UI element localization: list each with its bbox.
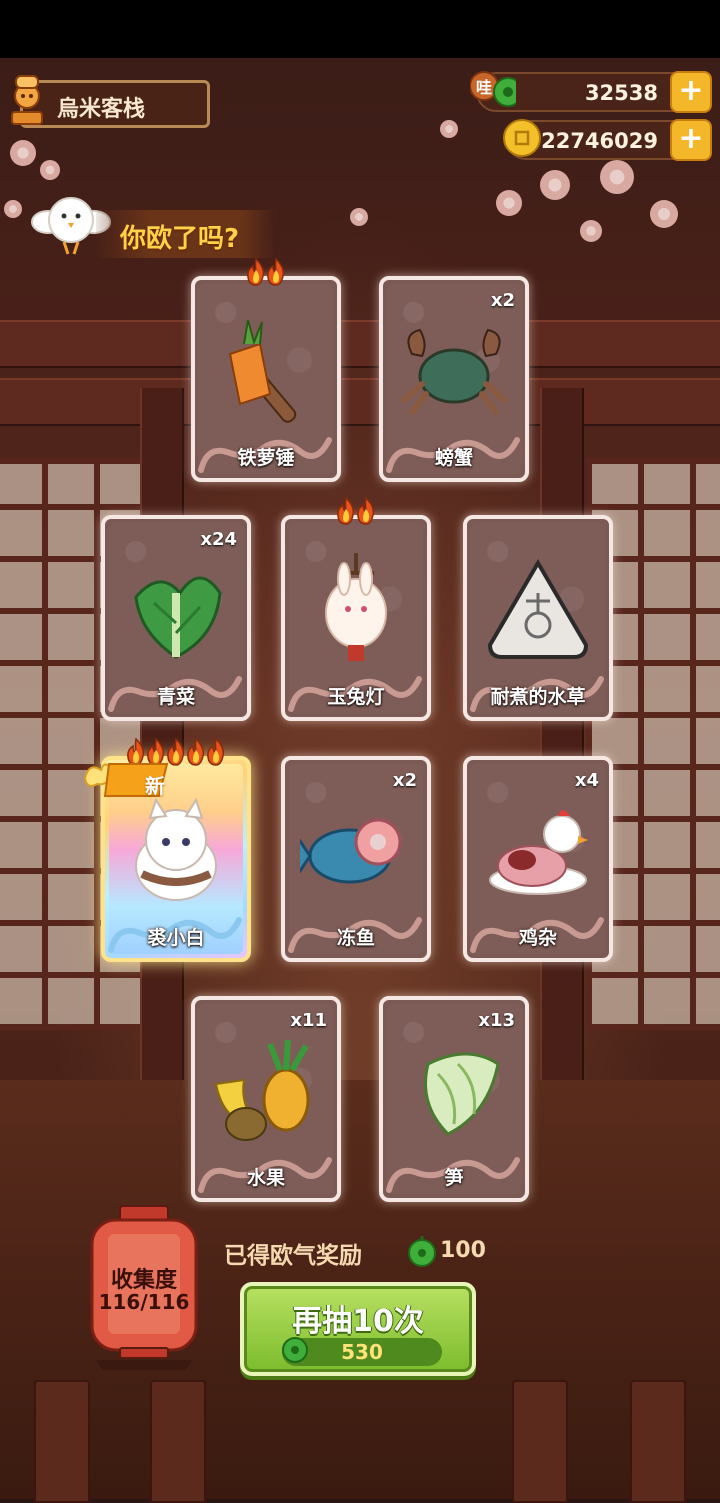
card-name: 鸡杂 [518,927,557,949]
rarity-flames [195,257,337,286]
result-card[interactable]: x2 冻鱼 [281,756,431,962]
blossom-decoration [10,140,36,166]
card-count: x24 [200,529,237,550]
draw-cost-amount: 530 [341,1340,383,1364]
flame-icon [335,496,357,525]
card-count: x13 [478,1010,515,1031]
flame-icon [185,737,207,766]
result-card[interactable]: x13 笋 [379,996,529,1202]
draw-cost: 530 [282,1337,442,1366]
gold-coin-icon [503,119,541,157]
fence-post [150,1380,206,1503]
luck-reward-label: 已得欧气奖励 [224,1243,362,1269]
blossom-decoration [350,208,368,226]
gem-amount: 32538 [584,81,658,105]
crab-icon [401,328,507,415]
card-count: x4 [574,770,599,791]
card-count: x2 [490,290,515,311]
draw-again-label: 再抽10次 [292,1304,424,1339]
blossom-decoration [580,220,602,242]
blossom-decoration [650,200,678,228]
blossom-decoration [440,120,458,138]
slogan-banner: 你欧了吗? [96,210,276,258]
inn-name: 烏米客栈 [57,97,146,122]
chef-trophy-icon [11,75,43,125]
blossom-decoration [600,160,634,194]
add-coins-button[interactable]: + [670,119,712,161]
chicken-giblets-icon [489,810,588,895]
result-card[interactable]: x11 水果 [191,996,341,1202]
plus-icon: + [678,121,704,156]
card-name: 螃蟹 [434,447,473,469]
new-badge-label: 新 [145,774,165,798]
card-name: 玉兔灯 [327,686,385,708]
rabbit-lantern-icon [325,553,387,661]
plus-icon: + [678,73,704,108]
jade-gem-icon [408,1236,436,1267]
ceiling-beam [0,320,720,368]
carrot-hammer-icon [228,319,297,423]
card-name: 笋 [444,1167,464,1189]
result-card[interactable]: 耐煮的水草 [463,515,613,721]
add-gems-button[interactable]: + [670,71,712,113]
flame-icon [245,257,267,286]
flame-icon [355,496,377,525]
result-card[interactable]: 铁萝锤 [191,257,341,482]
draw-again-button[interactable]: 再抽10次 530 [240,1282,476,1376]
coin-counter: 22746029 + [503,119,712,161]
card-name: 铁萝锤 [237,447,295,469]
slogan-text: 你欧了吗? [120,224,240,254]
flame-icon [265,257,287,286]
result-card[interactable]: 玉兔灯 [281,496,431,721]
result-card[interactable]: x2 螃蟹 [379,276,529,482]
ceiling-beam [0,378,720,426]
seaweed-rice-ball-icon [487,559,589,659]
luck-reward-amount: 100 [440,1238,486,1263]
blossom-decoration [496,190,522,216]
bamboo-shoot-icon [424,1052,500,1136]
fruits-icon [214,1039,310,1141]
card-count: x2 [392,770,417,791]
blossom-decoration [540,170,570,200]
card-name: 水果 [246,1167,285,1189]
fence-post [630,1380,686,1503]
card-name: 裘小白 [147,927,205,949]
flame-icon [205,737,227,766]
result-card[interactable]: 裘小白新 [83,737,251,962]
fence-post [512,1380,568,1503]
collection-value: 116/116 [98,1290,190,1314]
frozen-fish-icon [300,818,402,884]
card-count: x11 [290,1010,327,1031]
card-name: 青菜 [156,686,195,708]
card-name: 冻鱼 [336,927,375,949]
rarity-flames [285,496,427,525]
card-name: 耐煮的水草 [490,686,586,708]
status-bar [0,0,720,58]
result-card[interactable]: x4 鸡杂 [463,756,613,962]
white-cat-icon [135,797,217,901]
gem-badge-text: 哇 [476,78,492,97]
gem-counter: 哇 32538 + [470,71,712,113]
blossom-decoration [4,200,22,218]
bok-choy-icon [134,576,222,659]
coin-amount: 22746029 [541,129,658,153]
fence-post [34,1380,90,1503]
blossom-decoration [40,160,60,180]
result-card[interactable]: x24 青菜 [101,515,251,721]
jade-gem-icon: 哇 [470,71,516,107]
